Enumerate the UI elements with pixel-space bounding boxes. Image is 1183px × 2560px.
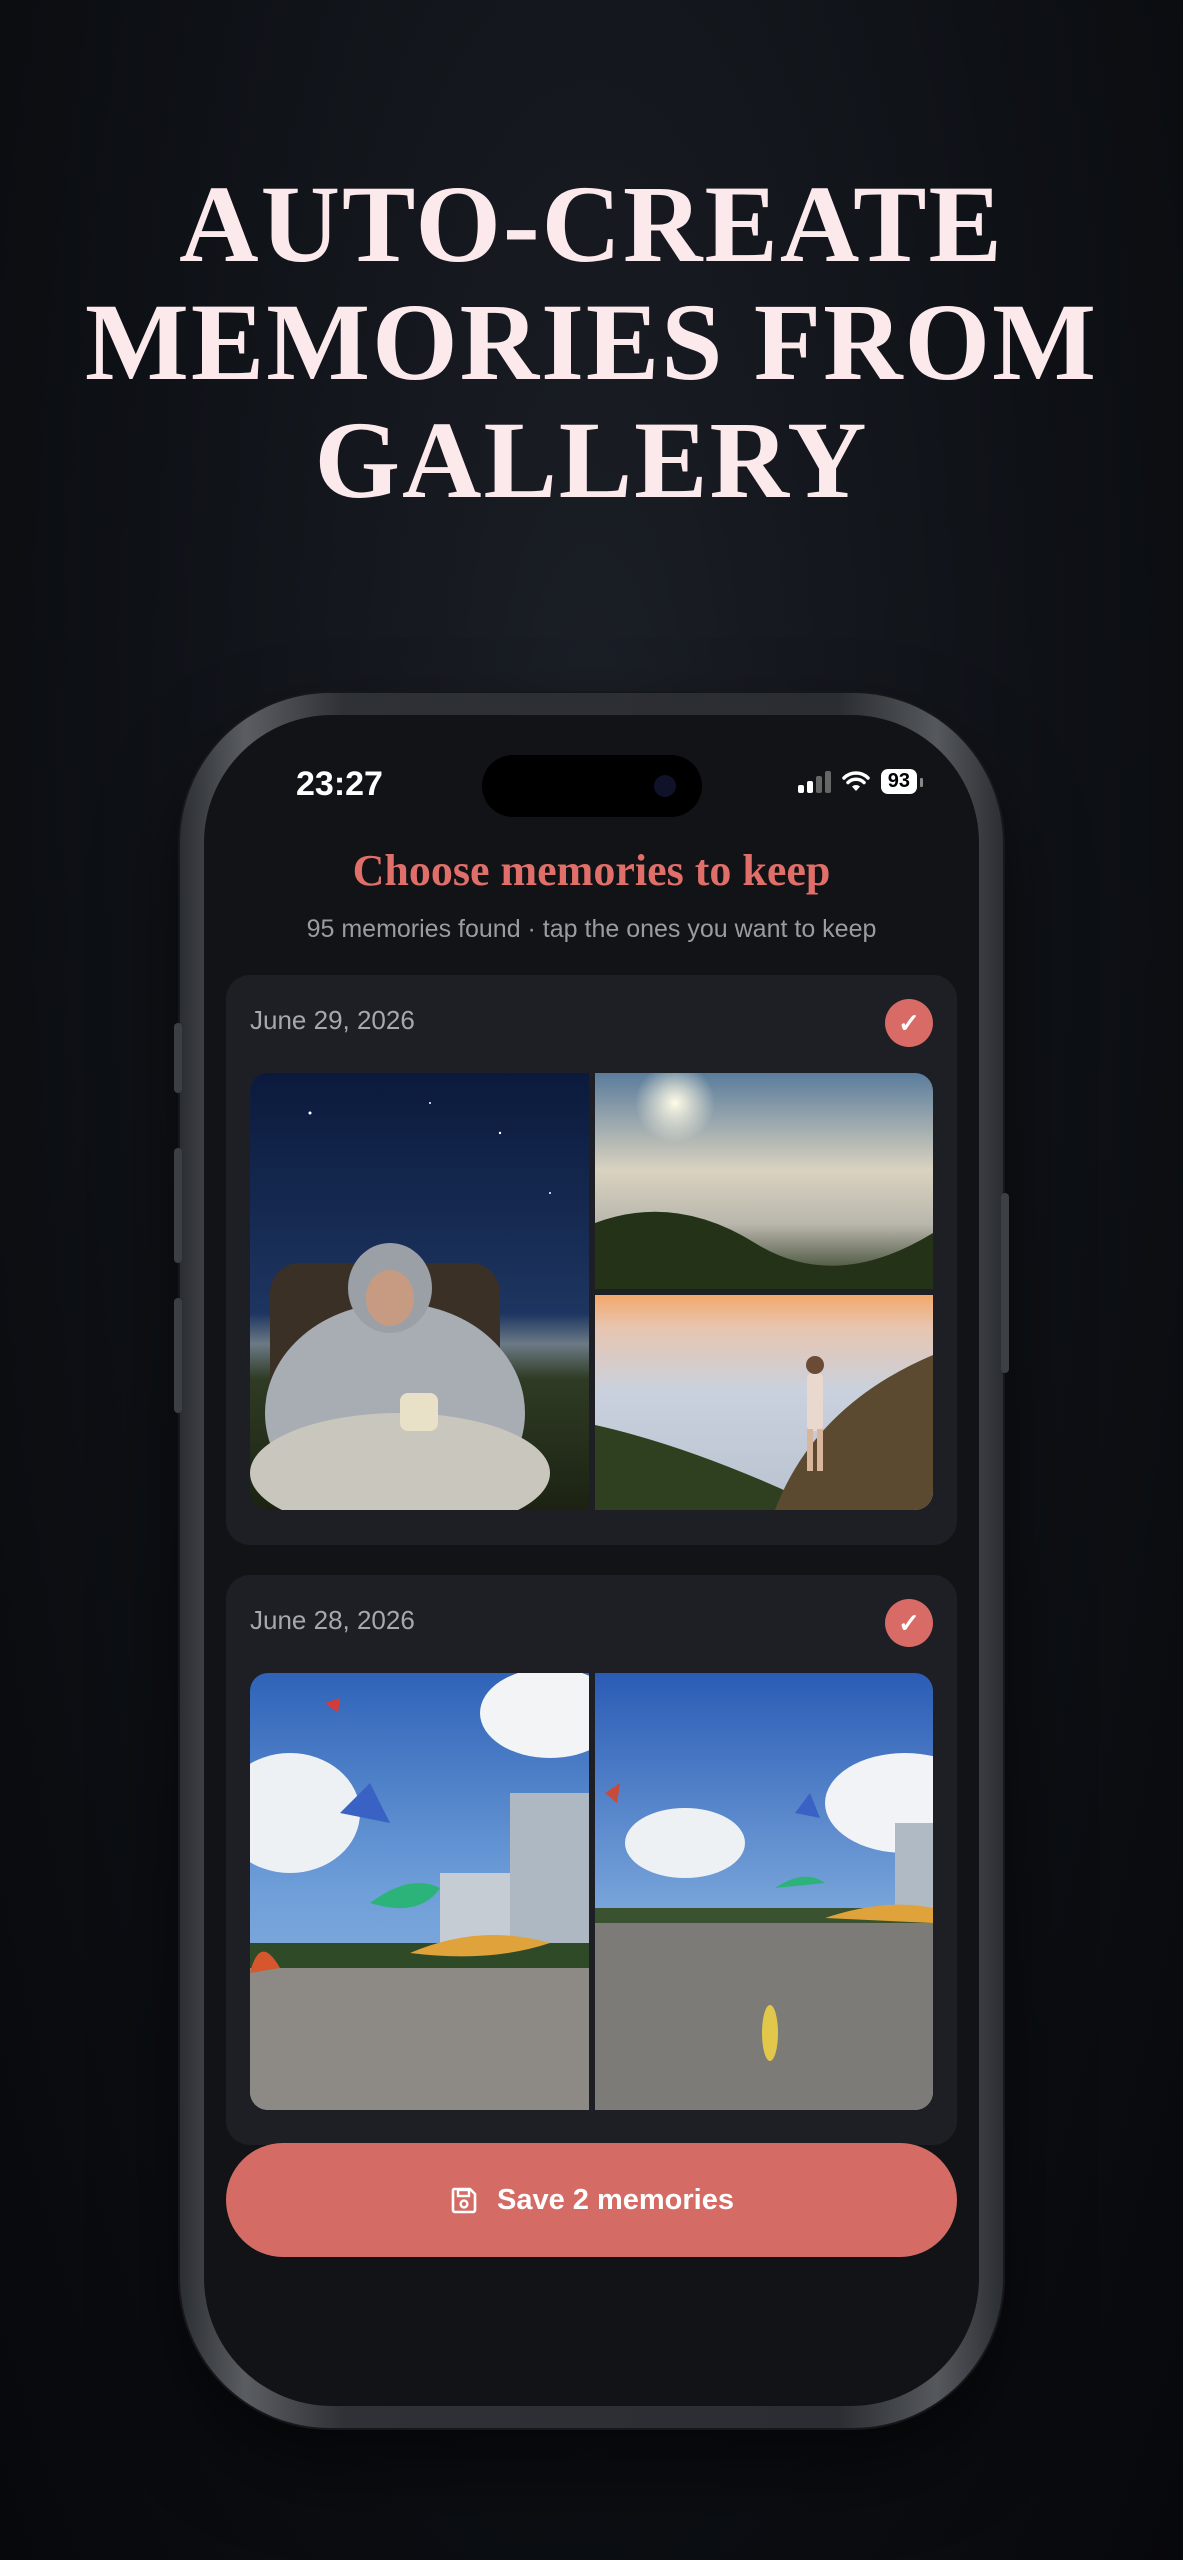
selected-check-icon[interactable]: ✓ [885,999,933,1047]
memory-card[interactable]: June 29, 2026 ✓ [226,975,957,1545]
headline-line-1: AUTO-CREATE [179,163,1004,285]
photo-woman-in-sleeping-bag[interactable] [250,1073,589,1510]
status-time: 23:27 [296,765,383,803]
photo-man-above-clouds[interactable] [595,1295,933,1510]
volume-down-button [174,1298,182,1413]
floppy-disk-icon [451,2187,477,2214]
headline: AUTO-CREATE MEMORIES FROM GALLERY [0,165,1183,519]
photo-grid [250,1673,933,2110]
photo-kites-pebble-beach[interactable] [595,1673,933,2110]
dynamic-island [482,755,702,817]
camera-icon [654,775,676,797]
screen-title: Choose memories to keep [352,846,831,895]
status-icons: 93 [797,769,924,794]
save-memories-button[interactable]: Save 2 memories [226,2143,957,2257]
save-button-label: Save 2 memories [497,2183,734,2216]
headline-line-2: MEMORIES FROM [85,281,1098,403]
memory-date: June 28, 2026 [250,1605,415,1635]
selected-check-icon[interactable]: ✓ [885,1599,933,1647]
phone-frame: 23:27 93 Choose memories to keep 95 memo… [174,693,1009,2428]
photo-sun-over-clouds[interactable] [595,1073,933,1289]
volume-up-button [174,1148,182,1263]
cellular-signal-icon [797,770,831,793]
headline-line-3: GALLERY [314,399,869,521]
action-button [174,1023,182,1093]
memory-date: June 29, 2026 [250,1005,415,1035]
power-button [1001,1193,1009,1373]
photo-kite-festival-beach[interactable] [250,1673,620,2110]
photo-grid [250,1073,933,1510]
memory-card[interactable]: June 28, 2026 ✓ [226,1575,957,2145]
wifi-icon [842,770,870,791]
screen-subtitle: 95 memories found · tap the ones you wan… [306,915,877,943]
phone-screen: 23:27 93 Choose memories to keep 95 memo… [204,715,979,2406]
battery-icon: 93 [880,769,924,794]
